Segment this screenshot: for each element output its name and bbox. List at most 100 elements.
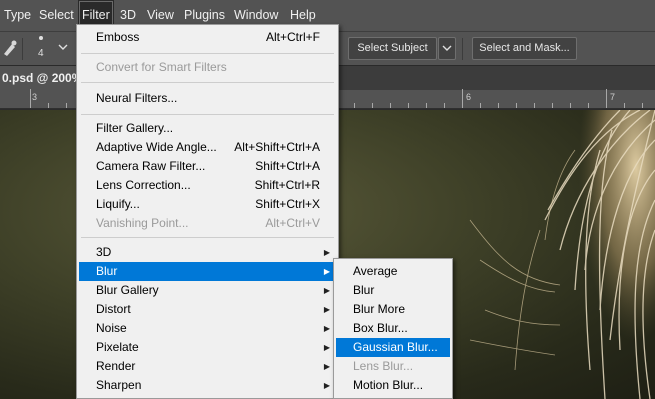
menu-item-label: Noise bbox=[96, 321, 127, 335]
menu-item-filter-gallery[interactable]: Filter Gallery... bbox=[79, 119, 336, 138]
brush-size-value[interactable]: 4 bbox=[38, 48, 44, 59]
menu-item-label: Camera Raw Filter... bbox=[96, 159, 206, 173]
menu-item-blur-gallery[interactable]: Blur Gallery ▶ bbox=[79, 281, 336, 300]
menu-select[interactable]: Select bbox=[35, 0, 78, 31]
menu-item-label: Adaptive Wide Angle... bbox=[96, 140, 217, 154]
shortcut-label: Alt+Ctrl+V bbox=[265, 216, 320, 230]
ruler-tick bbox=[444, 103, 445, 108]
ruler-tick bbox=[534, 103, 535, 108]
submenu-item-motion-blur[interactable]: Motion Blur... bbox=[336, 376, 450, 395]
menu-item-label: Average bbox=[353, 264, 398, 278]
ruler-tick bbox=[498, 103, 499, 108]
select-subject-button[interactable]: Select Subject bbox=[348, 37, 437, 60]
submenu-item-average[interactable]: Average bbox=[336, 262, 450, 281]
ruler-tick bbox=[480, 103, 481, 108]
filter-menu: Emboss Alt+Ctrl+F Convert for Smart Filt… bbox=[76, 24, 339, 399]
menu-item-distort[interactable]: Distort ▶ bbox=[79, 300, 336, 319]
brush-tool-icon[interactable] bbox=[2, 38, 18, 58]
menu-item-label: Blur bbox=[353, 283, 375, 297]
submenu-arrow-icon: ▶ bbox=[323, 324, 330, 333]
chevron-down-icon[interactable] bbox=[57, 41, 69, 53]
ruler-tick bbox=[624, 103, 625, 108]
menu-item-vanishing-point: Vanishing Point... Alt+Ctrl+V bbox=[79, 214, 336, 233]
menu-item-label: Gaussian Blur... bbox=[353, 340, 438, 354]
ruler-tick bbox=[354, 103, 355, 108]
select-and-mask-button[interactable]: Select and Mask... bbox=[472, 37, 577, 60]
ruler-tick bbox=[606, 89, 607, 108]
ruler-tick bbox=[408, 103, 409, 108]
menu-separator bbox=[81, 53, 334, 54]
separator bbox=[22, 38, 23, 60]
menu-item-label: 3D bbox=[96, 245, 112, 259]
shortcut-label: Alt+Shift+Ctrl+A bbox=[234, 140, 320, 154]
chevron-down-icon bbox=[442, 45, 452, 51]
menu-item-label: Convert for Smart Filters bbox=[96, 60, 227, 74]
blur-submenu: Average Blur Blur More Box Blur... Gauss… bbox=[333, 258, 453, 399]
ruler-label: 7 bbox=[610, 92, 616, 102]
ruler-tick bbox=[642, 103, 643, 108]
menu-item-noise[interactable]: Noise ▶ bbox=[79, 319, 336, 338]
menu-item-label: Lens Correction... bbox=[96, 178, 191, 192]
menu-item-liquify[interactable]: Liquify... Shift+Ctrl+X bbox=[79, 195, 336, 214]
menu-item-label: Neural Filters... bbox=[96, 91, 178, 105]
ruler-tick bbox=[30, 89, 31, 108]
ruler-tick bbox=[516, 103, 517, 108]
submenu-arrow-icon: ▶ bbox=[323, 305, 330, 314]
menu-item-camera-raw-filter[interactable]: Camera Raw Filter... Shift+Ctrl+A bbox=[79, 157, 336, 176]
menu-item-convert-for-smart-filters: Convert for Smart Filters bbox=[79, 58, 336, 77]
submenu-arrow-icon: ▶ bbox=[323, 362, 330, 371]
ruler-tick bbox=[426, 103, 427, 108]
submenu-arrow-icon: ▶ bbox=[323, 267, 330, 276]
menu-item-label: Blur Gallery bbox=[96, 283, 159, 297]
menu-item-render[interactable]: Render ▶ bbox=[79, 357, 336, 376]
menu-item-emboss[interactable]: Emboss Alt+Ctrl+F bbox=[79, 28, 336, 47]
menu-item-label: Liquify... bbox=[96, 197, 140, 211]
ruler-tick bbox=[372, 103, 373, 108]
separator bbox=[462, 38, 463, 60]
menu-item-lens-correction[interactable]: Lens Correction... Shift+Ctrl+R bbox=[79, 176, 336, 195]
select-subject-dropdown[interactable] bbox=[438, 37, 456, 60]
ruler-tick bbox=[588, 103, 589, 108]
menu-item-sharpen[interactable]: Sharpen ▶ bbox=[79, 376, 336, 395]
menu-item-label: Motion Blur... bbox=[353, 378, 424, 392]
ruler-tick bbox=[570, 103, 571, 108]
menu-item-label: Blur More bbox=[353, 302, 406, 316]
ruler-tick bbox=[462, 89, 463, 108]
menu-item-label: Render bbox=[96, 359, 136, 373]
submenu-arrow-icon: ▶ bbox=[323, 381, 330, 390]
submenu-item-blur[interactable]: Blur bbox=[336, 281, 450, 300]
ruler-label: 3 bbox=[32, 92, 38, 102]
submenu-arrow-icon: ▶ bbox=[323, 343, 330, 352]
submenu-arrow-icon: ▶ bbox=[323, 248, 330, 257]
brush-size-dot-icon bbox=[39, 36, 43, 40]
submenu-item-lens-blur: Lens Blur... bbox=[336, 357, 450, 376]
menu-item-label: Vanishing Point... bbox=[96, 216, 189, 230]
menu-item-pixelate[interactable]: Pixelate ▶ bbox=[79, 338, 336, 357]
menu-type[interactable]: Type bbox=[0, 0, 35, 31]
submenu-item-box-blur[interactable]: Box Blur... bbox=[336, 319, 450, 338]
menu-item-adaptive-wide-angle[interactable]: Adaptive Wide Angle... Alt+Shift+Ctrl+A bbox=[79, 138, 336, 157]
menu-item-label: Lens Blur... bbox=[353, 359, 414, 373]
ruler-tick bbox=[552, 103, 553, 108]
menu-item-3d[interactable]: 3D ▶ bbox=[79, 243, 336, 262]
menu-item-neural-filters[interactable]: Neural Filters... bbox=[79, 89, 336, 108]
menu-item-label: Pixelate bbox=[96, 340, 139, 354]
ruler-tick bbox=[390, 103, 391, 108]
ruler-tick bbox=[48, 103, 49, 108]
menu-item-blur[interactable]: Blur ▶ bbox=[79, 262, 336, 281]
shortcut-label: Shift+Ctrl+R bbox=[254, 178, 320, 192]
menu-separator bbox=[81, 82, 334, 83]
shortcut-label: Shift+Ctrl+X bbox=[255, 197, 320, 211]
shortcut-label: Alt+Ctrl+F bbox=[265, 30, 320, 44]
menu-item-label: Filter Gallery... bbox=[96, 121, 174, 135]
menu-item-label: Blur bbox=[96, 264, 118, 278]
menu-separator bbox=[81, 114, 334, 115]
ruler-label: 6 bbox=[466, 92, 472, 102]
shortcut-label: Shift+Ctrl+A bbox=[255, 159, 320, 173]
submenu-item-gaussian-blur[interactable]: Gaussian Blur... bbox=[336, 338, 450, 357]
menu-separator bbox=[81, 237, 334, 238]
menu-item-label: Distort bbox=[96, 302, 131, 316]
menu-item-label: Box Blur... bbox=[353, 321, 408, 335]
submenu-item-blur-more[interactable]: Blur More bbox=[336, 300, 450, 319]
submenu-arrow-icon: ▶ bbox=[323, 286, 330, 295]
